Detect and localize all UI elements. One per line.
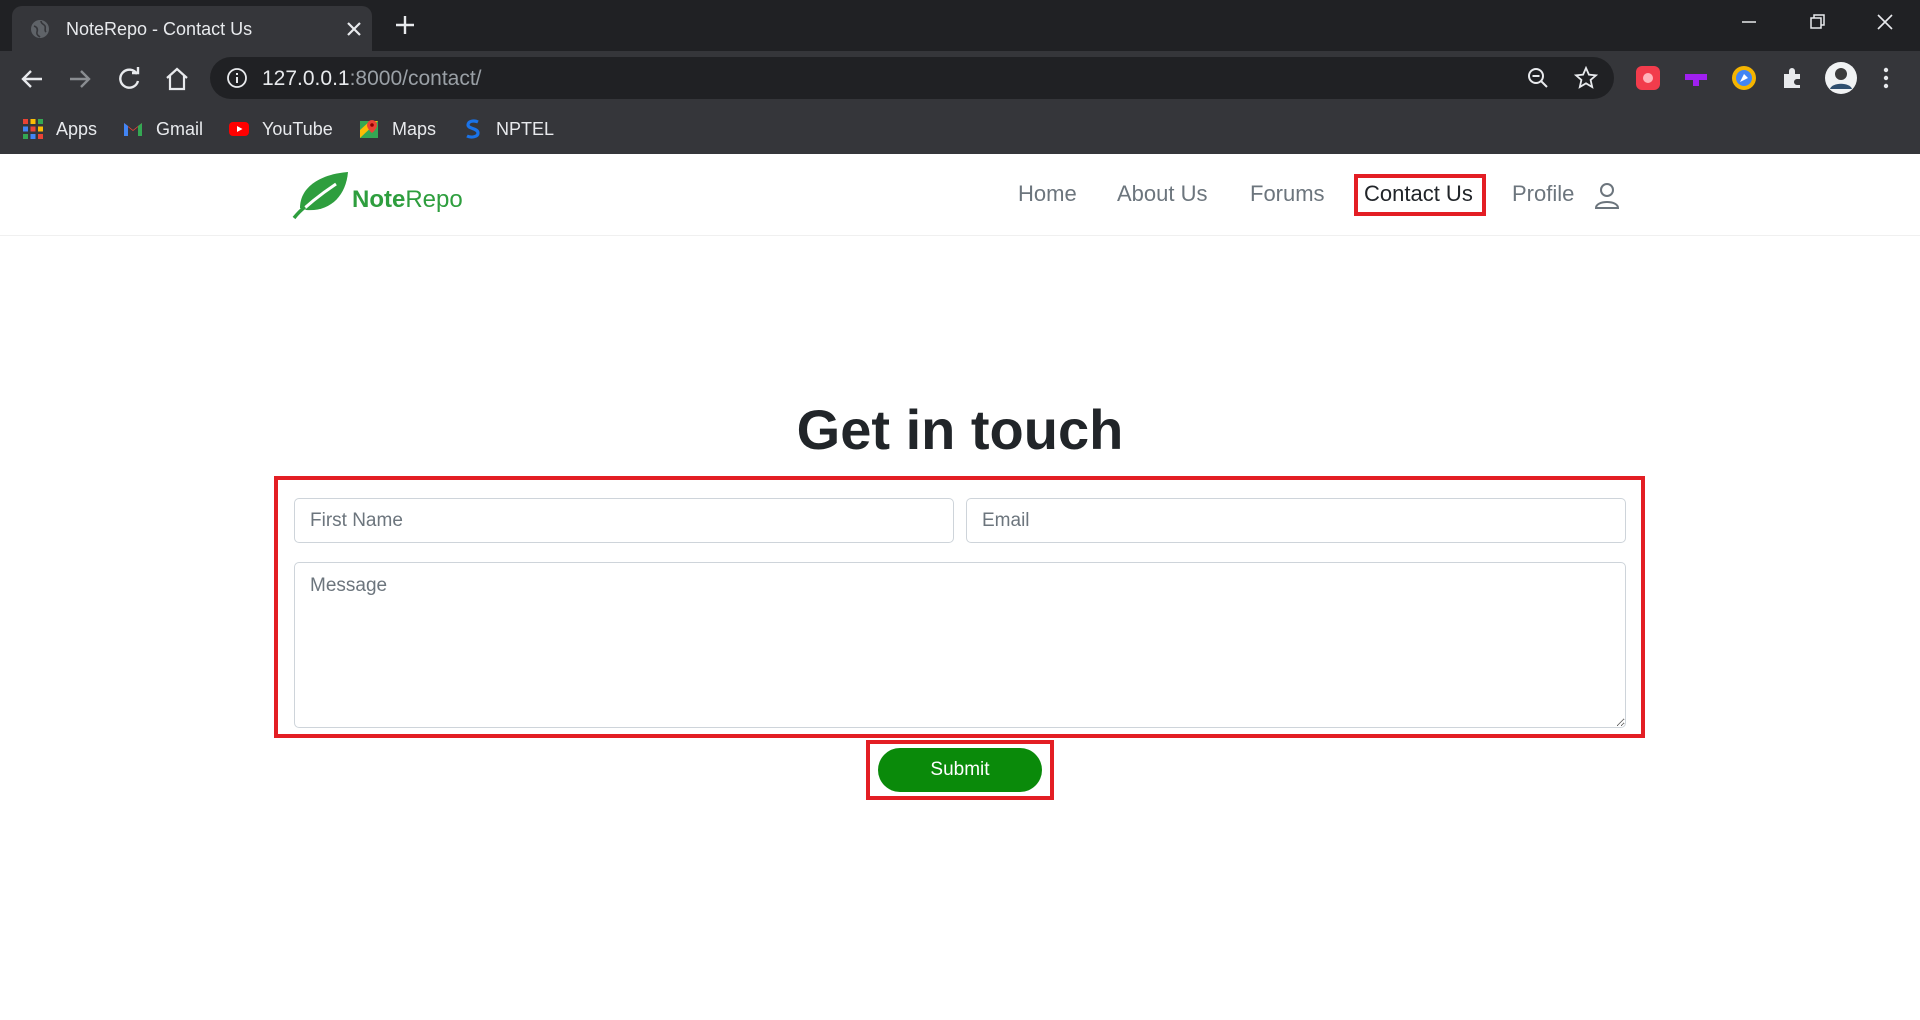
bookmark-gmail[interactable]: Gmail [122,115,203,143]
back-arrow-icon[interactable] [16,63,48,95]
home-icon[interactable] [161,63,193,95]
browser-toolbar: 127.0.0.1:8000/contact/ [0,51,1920,107]
extension-tetris-icon[interactable] [1682,64,1710,92]
brand-name-bold: Note [352,186,406,213]
url-path: :8000/contact/ [349,67,482,90]
bookmark-apps[interactable]: Apps [22,115,97,143]
address-bar[interactable]: 127.0.0.1:8000/contact/ [210,57,1614,99]
brand-name: NoteRepo [352,186,463,214]
nav-forums[interactable]: Forums [1250,181,1325,207]
url-host: 127.0.0.1 [262,67,350,90]
bookmark-nptel[interactable]: NPTEL [462,115,554,143]
brand-name-rest: Repo [405,186,463,213]
gmail-icon [124,123,142,136]
bookmarks-bar: Apps Gmail YouTube Maps NPTEL [0,107,1920,154]
reload-icon[interactable] [113,63,145,95]
browser-tab[interactable]: NoteRepo - Contact Us [12,6,372,51]
restore-icon[interactable] [1802,10,1832,34]
nptel-icon [466,119,480,139]
extension-red-icon[interactable] [1634,64,1662,92]
bookmark-label: NPTEL [496,118,555,139]
nav-profile[interactable]: Profile [1512,181,1574,207]
globe-icon [31,20,49,38]
info-icon[interactable] [226,67,248,89]
close-tab-icon[interactable] [342,17,366,41]
nav-home[interactable]: Home [1018,181,1077,207]
page-title: Get in touch [796,398,1124,461]
new-tab-icon[interactable] [392,12,418,38]
site-navbar: NoteRepo Home About Us Forums Contact Us… [0,154,1920,236]
maps-icon [360,120,378,138]
profile-avatar-icon[interactable] [1824,61,1858,95]
bookmark-star-icon[interactable] [1574,66,1598,90]
email-input[interactable] [966,498,1626,543]
page-content: NoteRepo Home About Us Forums Contact Us… [0,154,1920,1020]
message-textarea[interactable] [294,562,1626,728]
minimize-icon[interactable] [1734,10,1764,34]
brand-logo[interactable]: NoteRepo [292,168,463,220]
leaf-logo-icon [292,172,348,220]
youtube-icon [229,122,249,136]
user-icon[interactable] [1594,182,1620,210]
bookmark-label: Gmail [156,118,204,139]
bookmark-maps[interactable]: Maps [358,115,436,143]
nav-contact-us[interactable]: Contact Us [1364,181,1473,207]
first-name-input[interactable] [294,498,954,543]
extensions-puzzle-icon[interactable] [1778,64,1806,92]
extension-compass-icon[interactable] [1730,64,1758,92]
tab-strip: NoteRepo - Contact Us [0,0,1920,51]
bookmark-label: YouTube [262,118,333,139]
submit-button[interactable]: Submit [878,748,1042,792]
bookmark-youtube[interactable]: YouTube [228,115,333,143]
menu-kebab-icon[interactable] [1872,64,1900,92]
close-window-icon[interactable] [1870,10,1900,34]
bookmark-label: Apps [56,118,98,139]
tab-title: NoteRepo - Contact Us [66,19,253,39]
forward-arrow-icon[interactable] [64,63,96,95]
url-text[interactable]: 127.0.0.1:8000/contact/ [262,67,482,91]
apps-grid-icon [23,119,43,139]
nav-about-us[interactable]: About Us [1117,181,1208,207]
bookmark-label: Maps [392,118,437,139]
browser-chrome: NoteRepo - Contact Us 127.0.0.1:8000/con… [0,0,1920,154]
zoom-out-icon[interactable] [1526,66,1550,90]
